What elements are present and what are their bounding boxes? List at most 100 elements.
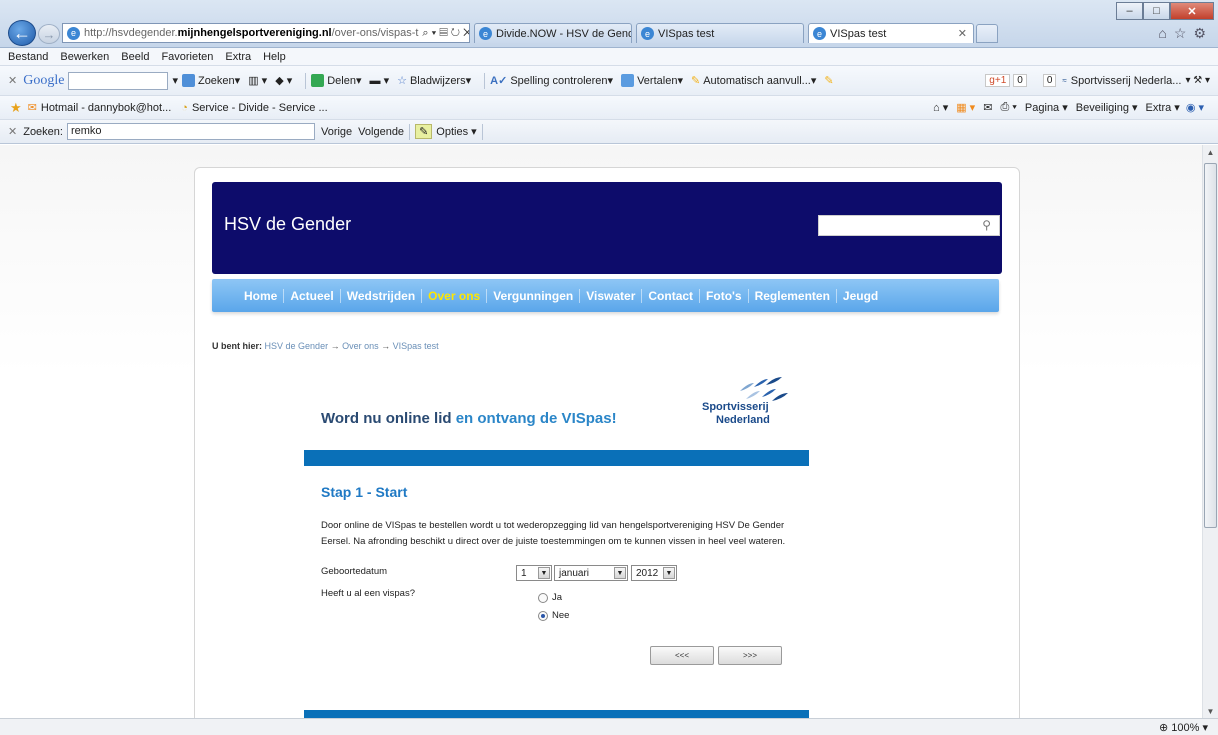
headline-accent: en ontvang de VISpas!: [455, 410, 617, 427]
birthdate-row: Geboortedatum 1 ▼ januari ▼ 2012 ▼: [321, 562, 809, 584]
minimize-button[interactable]: –: [1116, 2, 1143, 20]
find-input[interactable]: remko: [66, 123, 315, 140]
scroll-down-icon[interactable]: ▼: [1203, 704, 1218, 718]
bookmark-icon[interactable]: ◆ ▾: [275, 74, 292, 87]
home-icon[interactable]: ⌂ ▾: [933, 101, 948, 114]
find-next-button[interactable]: Volgende: [358, 126, 404, 138]
radio-ja-dot[interactable]: [538, 592, 548, 603]
sportvisserij-logo: Sportvisserij Nederland: [702, 375, 792, 435]
toolbar-divider: [484, 72, 486, 89]
help-icon[interactable]: ◉ ▾: [1186, 101, 1204, 114]
highlight-icon[interactable]: ✎: [415, 124, 433, 139]
find-bar: ✕ Zoeken: remko Vorige Volgende ✎ Opties…: [0, 120, 1218, 144]
menu-bestand[interactable]: Bestand: [8, 51, 48, 63]
mail-icon[interactable]: ✉: [983, 101, 992, 114]
nav-over-ons[interactable]: Over ons: [422, 288, 488, 303]
maximize-button[interactable]: □: [1143, 2, 1170, 20]
favorites-star-icon[interactable]: ★: [10, 100, 22, 116]
tab-divide-now[interactable]: e Divide.NOW - HSV de Gender: [474, 23, 632, 43]
page-menu[interactable]: Pagina ▾: [1025, 101, 1068, 114]
breadcrumb-home[interactable]: HSV de Gender: [265, 341, 329, 351]
arrow-right-icon: →: [330, 341, 340, 351]
find-options-button[interactable]: Opties ▾: [436, 125, 476, 138]
rss-icon[interactable]: ▦ ▾: [956, 101, 975, 114]
highlighter-icon[interactable]: ✎: [824, 74, 833, 87]
tab-vispas-test-2[interactable]: e VISpas test ✕: [808, 23, 974, 43]
close-find-icon[interactable]: ✕: [8, 125, 17, 138]
home-icon[interactable]: ⌂: [1158, 25, 1166, 42]
share-button[interactable]: Delen ▾: [311, 74, 362, 87]
star-icon: ☆: [397, 75, 407, 87]
nav-wedstrijden[interactable]: Wedstrijden: [341, 288, 423, 303]
extra-menu[interactable]: Extra ▾: [1146, 101, 1180, 114]
menu-extra[interactable]: Extra: [225, 51, 251, 63]
site-search-input[interactable]: ⚲: [818, 215, 1000, 236]
favorite-service[interactable]: Service - Divide - Service ...: [192, 102, 328, 114]
nav-reglementen[interactable]: Reglementen: [749, 288, 837, 303]
scroll-up-icon[interactable]: ▲: [1203, 145, 1218, 159]
google-toolbar: ✕ Google ▾ Zoeken ▾ ▥ ▾ ◆ ▾ Delen ▾ ▬ ▾ …: [0, 66, 1218, 96]
step-title: Stap 1 - Start: [321, 484, 408, 500]
scroll-thumb[interactable]: [1204, 163, 1217, 528]
back-button[interactable]: ←: [8, 20, 36, 46]
radio-nee[interactable]: Nee: [538, 610, 569, 621]
tab-label: VISpas test: [830, 27, 887, 40]
zoom-control[interactable]: ⊕ 100% ▾: [1159, 721, 1208, 734]
new-tab-button[interactable]: [976, 24, 998, 43]
day-select[interactable]: 1 ▼: [516, 565, 552, 581]
menu-beeld[interactable]: Beeld: [121, 51, 149, 63]
mail-icon[interactable]: ▬ ▾: [370, 74, 390, 87]
settings-gear-icon[interactable]: ⚙: [1193, 25, 1206, 42]
address-tools-icon[interactable]: ⌕ ▾ ▤ ↻ ✕: [418, 27, 469, 40]
forward-button[interactable]: →: [38, 24, 60, 44]
ie-icon: e: [641, 27, 654, 40]
find-previous-button[interactable]: Vorige: [321, 126, 352, 138]
ie-icon: e: [479, 27, 492, 40]
wrench-icon[interactable]: ▾ ⚒ ▾: [1185, 75, 1210, 86]
toolbar-divider: [409, 123, 411, 140]
nav-home[interactable]: Home: [238, 288, 285, 303]
print-icon[interactable]: ⎙ ▾: [1000, 101, 1016, 114]
address-bar[interactable]: e http://hsvdegender. mijnhengelsportvere…: [62, 23, 470, 43]
google-search-button[interactable]: Zoeken ▾: [181, 74, 240, 87]
menu-favorieten[interactable]: Favorieten: [161, 51, 213, 63]
menu-help[interactable]: Help: [263, 51, 286, 63]
nav-vergunningen[interactable]: Vergunningen: [487, 288, 581, 303]
radio-nee-label: Nee: [552, 610, 570, 621]
favorite-hotmail[interactable]: Hotmail - dannybok@hot...: [41, 102, 171, 114]
radio-nee-dot[interactable]: [538, 610, 548, 621]
nav-contact[interactable]: Contact: [642, 288, 701, 303]
chevron-down-icon[interactable]: ▾: [172, 74, 178, 87]
favorites-star-icon[interactable]: ☆: [1174, 25, 1187, 42]
close-window-button[interactable]: ✕: [1170, 2, 1214, 20]
ie-icon: e: [813, 27, 826, 40]
year-select[interactable]: 2012 ▼: [631, 565, 677, 581]
search-icon[interactable]: ⚲: [982, 218, 991, 232]
tab-vispas-test-1[interactable]: e VISpas test: [636, 23, 804, 43]
vertical-scrollbar[interactable]: ▲ ▼: [1202, 145, 1218, 718]
nav-actueel[interactable]: Actueel: [284, 288, 341, 303]
menu-bewerken[interactable]: Bewerken: [60, 51, 109, 63]
google-plus-one-icon[interactable]: g+1: [985, 74, 1011, 87]
site-header: HSV de Gender ⚲: [212, 182, 1002, 274]
autofill-button[interactable]: ✎ Automatisch aanvull... ▾: [691, 74, 816, 88]
pages-icon[interactable]: ▥ ▾: [248, 74, 267, 87]
spelling-button[interactable]: A✓ Spelling controleren ▾: [490, 74, 613, 88]
nav-fotos[interactable]: Foto's: [700, 288, 749, 303]
close-toolbar-icon[interactable]: ✕: [8, 74, 17, 87]
translate-button[interactable]: Vertalen ▾: [621, 74, 683, 87]
bookmarks-button[interactable]: ☆ Bladwijzers ▾: [397, 74, 471, 88]
security-menu[interactable]: Beveiliging ▾: [1076, 101, 1138, 114]
month-select[interactable]: januari ▼: [554, 565, 628, 581]
close-tab-icon[interactable]: ✕: [958, 27, 967, 40]
breadcrumb-over-ons[interactable]: Over ons: [342, 341, 379, 351]
site-title[interactable]: HSV de Gender: [224, 214, 351, 235]
back-step-button[interactable]: <<<: [650, 646, 714, 665]
sportvisserij-button[interactable]: Sportvisserij Nederla...: [1071, 75, 1182, 87]
google-search-input[interactable]: [68, 71, 169, 90]
nav-viswater[interactable]: Viswater: [580, 288, 643, 303]
radio-ja[interactable]: Ja: [538, 592, 562, 603]
next-step-button[interactable]: >>>: [718, 646, 782, 665]
tab-label: VISpas test: [658, 27, 715, 40]
nav-jeugd[interactable]: Jeugd: [837, 289, 884, 303]
